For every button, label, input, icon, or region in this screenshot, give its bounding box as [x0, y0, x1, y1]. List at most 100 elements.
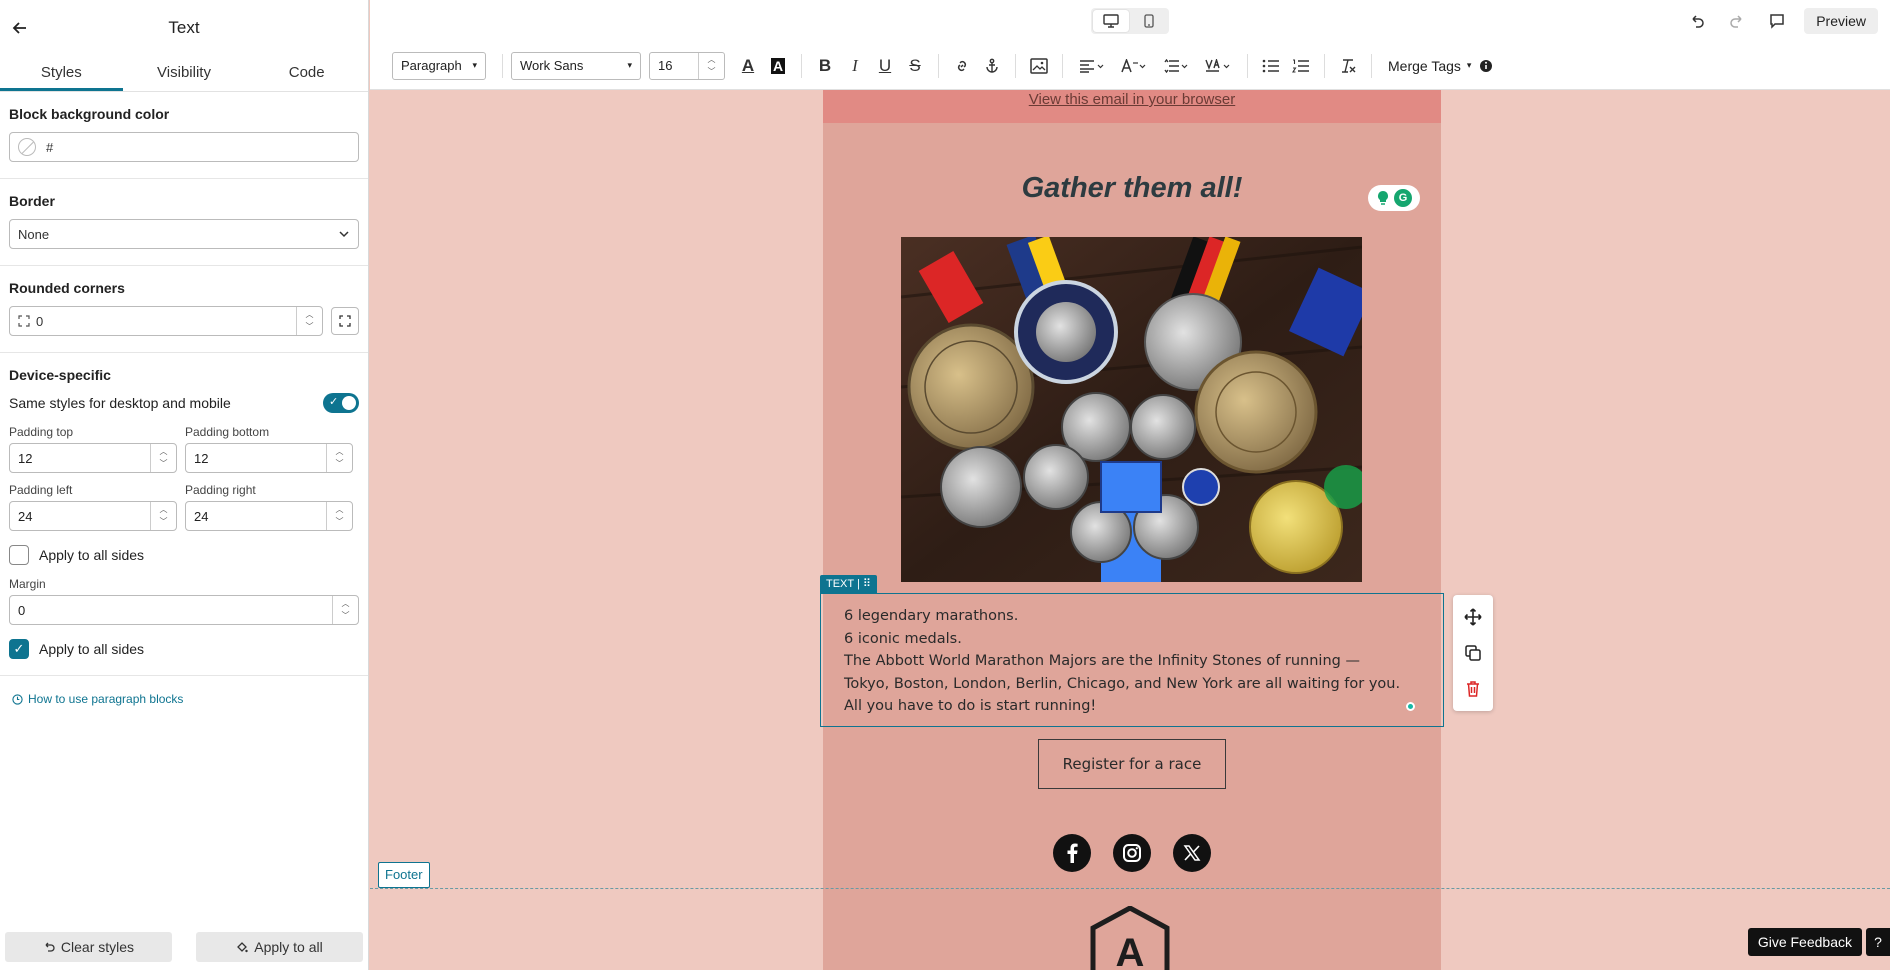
facebook-icon[interactable]	[1053, 834, 1091, 872]
preview-button[interactable]: Preview	[1804, 8, 1878, 34]
text-color-icon[interactable]: A	[733, 51, 763, 81]
tab-visibility[interactable]: Visibility	[123, 56, 246, 91]
rounded-input[interactable]: 0 ︿ ﹀	[9, 306, 323, 336]
highlight-color-icon[interactable]: A	[763, 51, 793, 81]
font-size-input[interactable]: 16 ︿ ﹀	[649, 51, 725, 80]
info-icon[interactable]	[1471, 51, 1501, 81]
comment-icon	[1770, 14, 1784, 29]
bg-color-label: Block background color	[9, 106, 170, 122]
padding-bottom-stepper[interactable]: ︿ ﹀	[326, 444, 352, 472]
padding-left-stepper[interactable]: ︿ ﹀	[150, 502, 176, 530]
padding-top-stepper[interactable]: ︿ ﹀	[150, 444, 176, 472]
panel-header: Text	[0, 0, 368, 56]
same-styles-label: Same styles for desktop and mobile	[9, 395, 231, 411]
move-icon[interactable]	[1460, 604, 1486, 630]
block-type-select[interactable]: Paragraph ▾	[392, 51, 486, 80]
help-button[interactable]: ?	[1866, 928, 1890, 956]
help-link[interactable]: How to use paragraph blocks	[0, 676, 368, 722]
footer-section-tag[interactable]: Footer	[378, 862, 430, 888]
font-family-value: Work Sans	[520, 58, 584, 73]
strikethrough-icon[interactable]: S	[900, 51, 930, 81]
padding-right-stepper[interactable]: ︿ ﹀	[326, 502, 352, 530]
delete-icon[interactable]	[1460, 676, 1486, 702]
no-color-swatch-icon[interactable]	[18, 138, 36, 156]
border-value: None	[18, 226, 50, 242]
clear-format-icon[interactable]	[1333, 51, 1363, 81]
bg-color-value: #	[46, 139, 54, 155]
bg-color-input[interactable]: #	[9, 132, 359, 162]
padding-left-label: Padding left	[9, 483, 73, 497]
rounded-label: Rounded corners	[9, 280, 125, 296]
rounded-stepper[interactable]: ︿ ﹀	[296, 307, 322, 335]
padding-bottom-label: Padding bottom	[185, 425, 270, 439]
logo-letter: A	[1116, 931, 1145, 970]
tab-styles[interactable]: Styles	[0, 56, 123, 91]
tab-code[interactable]: Code	[245, 56, 368, 91]
same-styles-toggle[interactable]: ✓	[323, 393, 359, 413]
view-in-browser-link[interactable]: View this email in your browser	[823, 90, 1441, 123]
padding-bottom-input[interactable]: 12 ︿ ﹀	[185, 443, 353, 473]
font-family-select[interactable]: Work Sans ▾	[511, 51, 641, 80]
email-headline[interactable]: Gather them all!	[823, 172, 1441, 205]
font-size-stepper[interactable]: ︿ ﹀	[698, 52, 724, 79]
letter-spacing-icon[interactable]	[1197, 51, 1239, 81]
expand-corners-icon[interactable]	[331, 307, 359, 335]
border-label: Border	[9, 193, 55, 209]
mobile-view-button[interactable]	[1131, 10, 1167, 32]
undo-icon	[45, 942, 55, 952]
bold-icon[interactable]: B	[810, 51, 840, 81]
desktop-view-button[interactable]	[1093, 10, 1129, 32]
resize-handle[interactable]	[1406, 702, 1415, 711]
align-icon[interactable]	[1071, 51, 1113, 81]
bulb-icon	[1378, 191, 1388, 205]
comments-button[interactable]	[1764, 8, 1790, 34]
top-bar: Preview	[370, 0, 1890, 42]
social-icons	[823, 834, 1441, 872]
panel-tabs: Styles Visibility Code	[0, 56, 368, 92]
undo-button[interactable]	[1684, 8, 1710, 34]
x-twitter-icon[interactable]	[1173, 834, 1211, 872]
text-line[interactable]: 6 legendary marathons.	[844, 605, 1420, 628]
margin-stepper[interactable]: ︿ ﹀	[332, 596, 358, 624]
redo-button[interactable]	[1724, 8, 1750, 34]
text-case-icon[interactable]	[1113, 51, 1155, 81]
underline-icon[interactable]: U	[870, 51, 900, 81]
margin-input[interactable]: 0 ︿ ﹀	[9, 595, 359, 625]
footer-divider	[370, 888, 1890, 889]
line-height-icon[interactable]	[1155, 51, 1197, 81]
register-button[interactable]: Register for a race	[1038, 739, 1226, 789]
text-line[interactable]: All you have to do is start running!	[844, 695, 1420, 718]
italic-icon[interactable]: I	[840, 51, 870, 81]
text-line[interactable]: The Abbott World Marathon Majors are the…	[844, 650, 1420, 673]
instagram-icon[interactable]	[1113, 834, 1151, 872]
text-line[interactable]: 6 iconic medals.	[844, 628, 1420, 651]
merge-tags-label: Merge Tags	[1388, 57, 1461, 74]
link-icon[interactable]	[947, 51, 977, 81]
grammarly-widget[interactable]: G	[1368, 185, 1420, 211]
apply-padding-sides-checkbox[interactable]	[9, 545, 29, 565]
give-feedback-button[interactable]: Give Feedback	[1747, 928, 1862, 956]
text-block[interactable]: 6 legendary marathons. 6 iconic medals. …	[820, 593, 1444, 727]
padding-right-value: 24	[194, 508, 209, 524]
padding-top-input[interactable]: 12 ︿ ﹀	[9, 443, 177, 473]
apply-margin-sides-checkbox[interactable]: ✓	[9, 639, 29, 659]
anchor-icon[interactable]	[977, 51, 1007, 81]
block-actions	[1453, 595, 1493, 711]
border-select[interactable]: None	[9, 219, 359, 249]
apply-to-all-button[interactable]: Apply to all	[196, 932, 363, 962]
text-line[interactable]: Tokyo, Boston, London, Berlin, Chicago, …	[844, 673, 1420, 696]
merge-tags-dropdown[interactable]: Merge Tags ▾	[1388, 58, 1471, 74]
bullet-list-icon[interactable]	[1256, 51, 1286, 81]
text-block-label[interactable]: TEXT | ⠿	[820, 575, 877, 593]
clear-styles-button[interactable]: Clear styles	[5, 932, 172, 962]
padding-right-input[interactable]: 24 ︿ ﹀	[185, 501, 353, 531]
editor-canvas[interactable]: View this email in your browser Gather t…	[370, 90, 1890, 970]
image-icon[interactable]	[1024, 51, 1054, 81]
medals-image[interactable]	[901, 237, 1362, 582]
font-size-value: 16	[658, 58, 673, 73]
device-label: Device-specific	[9, 367, 111, 383]
apply-margin-sides-label: Apply to all sides	[39, 641, 145, 657]
numbered-list-icon[interactable]	[1286, 51, 1316, 81]
duplicate-icon[interactable]	[1460, 640, 1486, 666]
padding-left-input[interactable]: 24 ︿ ﹀	[9, 501, 177, 531]
